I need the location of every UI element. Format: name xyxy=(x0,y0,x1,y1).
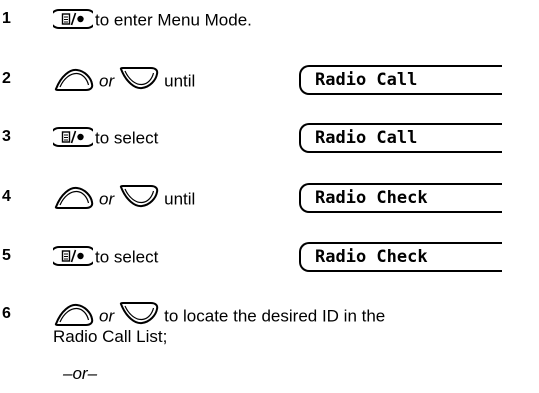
menu-select-button-icon xyxy=(53,246,93,266)
step-instruction: to enter Menu Mode. xyxy=(53,9,252,33)
down-arrow-button-icon xyxy=(119,302,159,325)
step-number: 5 xyxy=(2,247,11,264)
up-arrow-button-icon xyxy=(54,303,94,326)
step-instruction: or until xyxy=(53,185,196,213)
up-arrow-button-icon xyxy=(54,68,94,91)
menu-select-button-icon xyxy=(53,9,93,29)
step-number: 6 xyxy=(2,305,11,322)
step-instruction: to select xyxy=(53,246,158,270)
step-text: to locate the desired ID in the xyxy=(164,306,386,326)
menu-select-button-icon xyxy=(53,127,93,147)
step-number: 3 xyxy=(2,128,11,145)
up-arrow-button-icon xyxy=(54,186,94,209)
or-alternative: –or– xyxy=(63,364,98,383)
step-number: 2 xyxy=(2,70,11,87)
step-number: 4 xyxy=(2,188,11,205)
step-text-continued: Radio Call List; xyxy=(53,327,168,346)
radio-display: Radio Call xyxy=(299,123,502,153)
or-text: or xyxy=(99,306,115,326)
step-text: to enter Menu Mode. xyxy=(95,10,252,30)
step-instruction: or until xyxy=(53,67,196,95)
step-text: until xyxy=(164,71,196,91)
radio-display: Radio Check xyxy=(299,183,502,213)
step-number: 1 xyxy=(2,10,11,27)
radio-display: Radio Check xyxy=(299,242,502,272)
step-instruction: to select xyxy=(53,127,158,151)
step-text: to select xyxy=(95,128,159,148)
or-text: or xyxy=(99,189,115,209)
step-text: to select xyxy=(95,247,159,267)
down-arrow-button-icon xyxy=(119,67,159,90)
step-text: until xyxy=(164,189,196,209)
down-arrow-button-icon xyxy=(119,185,159,208)
radio-display: Radio Call xyxy=(299,65,502,95)
or-text: or xyxy=(99,71,115,91)
